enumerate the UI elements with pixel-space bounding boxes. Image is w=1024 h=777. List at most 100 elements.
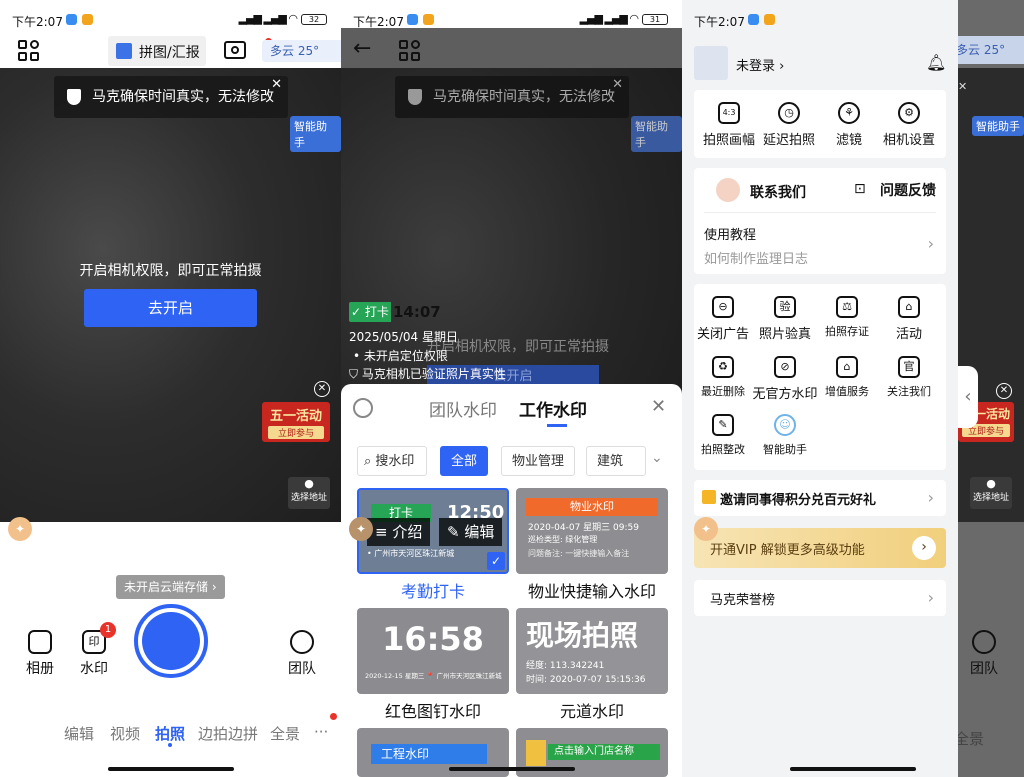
back-arrow-icon[interactable]: ← — [353, 36, 371, 61]
contact-us[interactable]: 联系我们 — [750, 182, 806, 202]
bell-icon[interactable]: 🔔︎ — [926, 53, 946, 72]
promo-banner[interactable]: 五一活动 立即参与 — [262, 402, 330, 442]
watermark-card-property[interactable]: 物业水印 2020-04-07 星期三 09:59 巡检类型: 绿化管理 问题备… — [516, 488, 668, 574]
weather-widget[interactable]: 多云 25° — [952, 36, 1024, 64]
notification-dot — [330, 713, 337, 720]
cloud-storage-chip[interactable]: 未开启云端存储 › — [116, 575, 225, 599]
app-icon — [66, 14, 77, 25]
enable-permission-button[interactable]: 去开启 — [84, 289, 257, 327]
assistant-button[interactable]: 智能助手 — [972, 116, 1024, 136]
watermark-card-yuandao[interactable]: 现场拍照 经度: 113.342241 时间: 2020-07-07 15:15… — [516, 608, 668, 694]
permission-text: 开启相机权限，即可正常拍摄 — [79, 263, 262, 279]
avatar[interactable] — [694, 46, 728, 80]
assistant-button[interactable]: 智能助手 — [290, 116, 341, 152]
filter-property[interactable]: 物业管理 — [501, 446, 576, 476]
tab-more[interactable]: ··· — [314, 723, 328, 741]
tab-shoot-stitch[interactable]: 边拍边拼 — [198, 723, 258, 744]
no-watermark-icon[interactable] — [353, 398, 373, 418]
team-icon — [290, 630, 314, 654]
location-button[interactable]: ● 选择地址 — [288, 477, 330, 509]
watermark-picker-screen: 下午2:07 ▂▄▆ ▂▄▆ ◠ 31 ← 马克确保时间真实，无法修改 ✕ 智能… — [341, 0, 682, 777]
close-icon[interactable]: ✕ — [958, 80, 967, 93]
honor-row[interactable]: 马克荣誉榜 › — [694, 580, 946, 616]
assistant-button[interactable]: 智能助手 — [631, 116, 682, 152]
tab-indicator — [547, 424, 567, 427]
accessibility-icon[interactable]: ✦ — [694, 517, 718, 541]
accessibility-icon[interactable]: ✦ — [8, 517, 32, 541]
tab-edit[interactable]: 编辑 — [64, 723, 94, 744]
time-toast: 马克确保时间真实，无法修改 ✕ — [54, 76, 288, 118]
home-indicator — [108, 767, 234, 771]
weather-widget[interactable]: 多云 25° — [262, 40, 341, 62]
grid-item[interactable]: ⌂ 增值服务 — [812, 356, 882, 399]
watermark-button[interactable]: 印水印 1 — [76, 622, 116, 678]
shutter-button[interactable] — [134, 604, 208, 678]
edit-button[interactable]: ✎ 编辑 — [439, 518, 503, 546]
tab-panorama[interactable]: 全景 — [954, 728, 984, 749]
close-icon[interactable]: ✕ — [996, 383, 1012, 399]
tab-work-watermark[interactable]: 工作水印 — [519, 396, 587, 421]
grid-item[interactable]: ⊘ 无官方水印 — [750, 356, 820, 402]
tab-video[interactable]: 视频 — [110, 723, 140, 744]
team-button[interactable]: 团队 — [284, 630, 320, 678]
tab-team-watermark[interactable]: 团队水印 — [429, 396, 497, 421]
team-button[interactable]: 团队 — [966, 630, 1002, 678]
pin-icon: ● — [986, 477, 996, 490]
collapse-drawer-handle[interactable]: ‹ — [958, 366, 978, 428]
watermark-card-red-pin[interactable]: 16:58 2020-12-15 星期三 📍 广州市天河区珠江新城 — [357, 608, 509, 694]
camera-switch-icon[interactable] — [224, 41, 246, 59]
shield-icon — [67, 89, 81, 105]
badge-count: 1 — [100, 622, 116, 638]
location-warning: • 未开启定位权限 — [353, 349, 448, 363]
pin-icon: ● — [304, 477, 314, 490]
app-icon — [82, 14, 93, 25]
close-icon[interactable]: ✕ — [314, 381, 330, 397]
close-icon[interactable]: ✕ — [271, 64, 282, 106]
grid-item[interactable]: ⊖ 关闭广告 — [688, 296, 758, 342]
album-icon — [28, 630, 52, 654]
feedback-link[interactable]: 问题反馈 — [880, 180, 936, 200]
grid-item[interactable]: ⚖ 拍照存证 — [812, 296, 882, 339]
vip-banner[interactable]: 开通VIP 解锁更多高级功能 › — [694, 528, 946, 568]
grid-menu-icon[interactable] — [18, 40, 40, 62]
grid-item[interactable]: ⌂ 活动 — [874, 296, 944, 342]
filter-construction[interactable]: 建筑工 — [586, 446, 646, 476]
invite-row[interactable]: 邀请同事得积分兑百元好礼 › — [694, 480, 946, 516]
intro-button[interactable]: ≡ 介绍 — [367, 518, 431, 546]
collage-icon — [116, 43, 132, 59]
gift-icon — [702, 490, 716, 504]
search-watermark-button[interactable]: ⌕ 搜水印 — [357, 446, 427, 476]
tab-photo[interactable]: 拍照 — [155, 723, 185, 744]
grid-item[interactable]: 官关注我们 — [874, 356, 944, 399]
chevron-down-icon[interactable]: ⌄ — [651, 450, 663, 466]
grid-item[interactable]: ♻ 最近删除 — [688, 356, 758, 399]
album-button[interactable]: 相册 — [22, 630, 58, 678]
filter-all[interactable]: 全部 — [440, 446, 489, 476]
collage-report-button[interactable]: 拼图/汇报 — [108, 36, 206, 66]
feedback-icon: ⊡ — [854, 181, 866, 197]
home-indicator — [790, 767, 916, 771]
tutorial-title[interactable]: 使用教程 — [704, 224, 756, 243]
login-link[interactable]: 未登录 › — [736, 55, 784, 74]
close-icon[interactable]: ✕ — [612, 64, 623, 106]
active-dot — [168, 743, 172, 747]
grid-item[interactable]: 验照片验真 — [750, 296, 820, 342]
location-button[interactable]: ● 选择地址 — [970, 477, 1012, 509]
chevron-right-icon: › — [927, 234, 934, 253]
watermark-card-attendance[interactable]: 打卡 12:50 • 广州市天河区珠江新城 ≡ 介绍 ✎ 编辑 ✓ — [357, 488, 509, 574]
tool-camera-settings[interactable]: ⚙ 相机设置 — [874, 102, 944, 148]
grid-item[interactable]: ☺ 智能助手 — [750, 414, 820, 457]
grid-menu-icon[interactable] — [399, 40, 421, 62]
close-icon[interactable]: ✕ — [651, 396, 666, 417]
card-caption: 物业快捷输入水印 — [527, 582, 656, 601]
camera-screen: 下午2:07 ▂▄▆ ▂▄▆ ◠ 32 拼图/汇报 多云 25° 马克确保时间真… — [0, 0, 341, 777]
camera-preview — [958, 68, 1024, 522]
battery-icon: 32 — [301, 14, 327, 25]
watermark-sheet: 团队水印 工作水印 ✕ ⌕ 搜水印 全部 物业管理 建筑工 ⌄ 打卡 12:50… — [341, 384, 682, 777]
accessibility-icon[interactable]: ✦ — [349, 517, 373, 541]
signal-icon: ▂▄▆ ▂▄▆ ◠ — [579, 12, 639, 25]
tab-panorama[interactable]: 全景 — [270, 723, 300, 744]
chevron-right-icon: › — [927, 588, 934, 607]
tutorial-subtitle[interactable]: 如何制作监理日志 — [704, 248, 808, 267]
grid-item[interactable]: ✎ 拍照整改 — [688, 414, 758, 457]
